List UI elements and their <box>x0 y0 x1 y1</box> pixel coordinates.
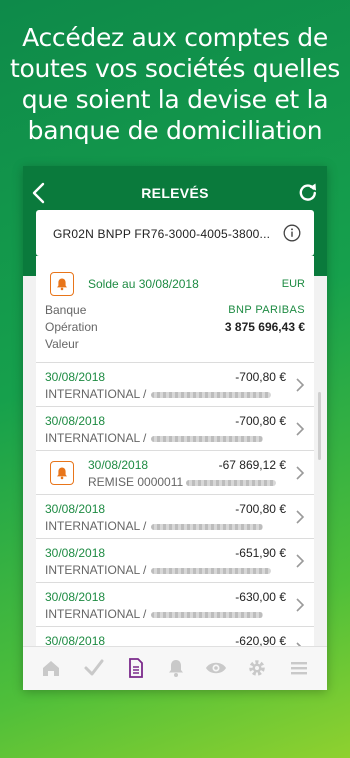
promo-line: toutes vos sociétés quelles <box>10 54 340 83</box>
transaction-row[interactable]: 30/08/2018 -700,80 € INTERNATIONAL / <box>36 406 314 450</box>
chevron-right-icon <box>296 598 305 612</box>
document-icon[interactable] <box>125 657 147 679</box>
alert-badge <box>50 461 74 485</box>
transaction-amount: -700,80 € <box>235 414 286 428</box>
promo-line: que soient la devise et la <box>21 85 329 114</box>
bank-name: BNP PARIBAS <box>228 304 305 316</box>
bell-icon[interactable] <box>165 657 187 679</box>
transaction-label: INTERNATIONAL / <box>45 431 147 445</box>
redacted-text <box>151 612 263 618</box>
promo-line: banque de domiciliation <box>27 116 323 145</box>
bell-icon <box>57 278 67 291</box>
transaction-date: 30/08/2018 <box>45 370 106 384</box>
transaction-amount: -630,00 € <box>235 590 286 604</box>
balance-date: Solde au 30/08/2018 <box>88 277 199 291</box>
transaction-date: 30/08/2018 <box>45 414 106 428</box>
operation-amount: 3 875 696,43 € <box>224 320 305 334</box>
redacted-text <box>151 568 271 574</box>
chevron-right-icon <box>296 554 305 568</box>
refresh-icon[interactable] <box>298 182 318 202</box>
transaction-date: 30/08/2018 <box>45 590 106 604</box>
redacted-text <box>151 524 263 530</box>
redacted-text <box>186 480 276 486</box>
transaction-label: INTERNATIONAL / <box>45 519 147 533</box>
phone-screen: RELEVÉS GR02N BNPP FR76-3000-4005-3800..… <box>23 166 327 690</box>
account-selector[interactable]: GR02N BNPP FR76-3000-4005-3800... <box>36 210 314 256</box>
eye-icon[interactable] <box>205 657 227 679</box>
transaction-row[interactable]: 30/08/2018 -630,00 € INTERNATIONAL / <box>36 582 314 626</box>
transaction-date: 30/08/2018 <box>88 458 149 472</box>
transaction-row[interactable]: 30/08/2018 -700,80 € INTERNATIONAL / <box>36 362 314 406</box>
scrollbar[interactable] <box>318 392 321 460</box>
transaction-amount: -700,80 € <box>235 502 286 516</box>
check-icon[interactable] <box>83 657 105 679</box>
promo-headline: Accédez aux comptes de toutes vos sociét… <box>0 22 350 146</box>
bottom-tab-bar <box>23 646 327 690</box>
bell-icon <box>57 467 67 480</box>
chevron-right-icon <box>296 510 305 524</box>
redacted-text <box>151 436 263 442</box>
chevron-right-icon <box>296 378 305 392</box>
transaction-row[interactable]: 30/08/2018 -700,80 € INTERNATIONAL / <box>36 494 314 538</box>
transaction-amount: -67 869,12 € <box>218 458 286 472</box>
transaction-label: INTERNATIONAL / <box>45 387 147 401</box>
operation-label: Opération <box>45 320 98 334</box>
bank-label: Banque <box>45 303 87 317</box>
chevron-right-icon <box>296 422 305 436</box>
page-title: RELEVÉS <box>141 185 209 201</box>
info-icon[interactable] <box>283 224 301 242</box>
value-label: Valeur <box>45 337 79 351</box>
transaction-row[interactable]: 30/08/2018 -651,90 € INTERNATIONAL / <box>36 538 314 582</box>
chevron-right-icon <box>296 466 305 480</box>
transaction-amount: -651,90 € <box>235 546 286 560</box>
transaction-amount: -700,80 € <box>235 370 286 384</box>
balance-card: Solde au 30/08/2018 EUR Banque BNP PARIB… <box>36 256 314 362</box>
menu-icon[interactable] <box>288 657 310 679</box>
home-icon[interactable] <box>40 657 62 679</box>
alert-badge <box>50 272 74 296</box>
transaction-label: INTERNATIONAL / <box>45 607 147 621</box>
redacted-text <box>151 392 271 398</box>
gear-icon[interactable] <box>246 657 268 679</box>
transaction-label: INTERNATIONAL / <box>45 563 147 577</box>
transaction-date: 30/08/2018 <box>45 546 106 560</box>
transaction-row[interactable]: 30/08/2018 -67 869,12 € REMISE 0000011 <box>36 450 314 494</box>
transaction-list: 30/08/2018 -700,80 € INTERNATIONAL /30/08/… <box>36 362 314 670</box>
account-label: GR02N BNPP FR76-3000-4005-3800... <box>53 227 271 241</box>
transaction-label: REMISE 0000011 <box>88 475 184 489</box>
currency-label: EUR <box>281 278 305 290</box>
transaction-date: 30/08/2018 <box>45 502 106 516</box>
promo-line: Accédez aux comptes de <box>22 23 328 52</box>
